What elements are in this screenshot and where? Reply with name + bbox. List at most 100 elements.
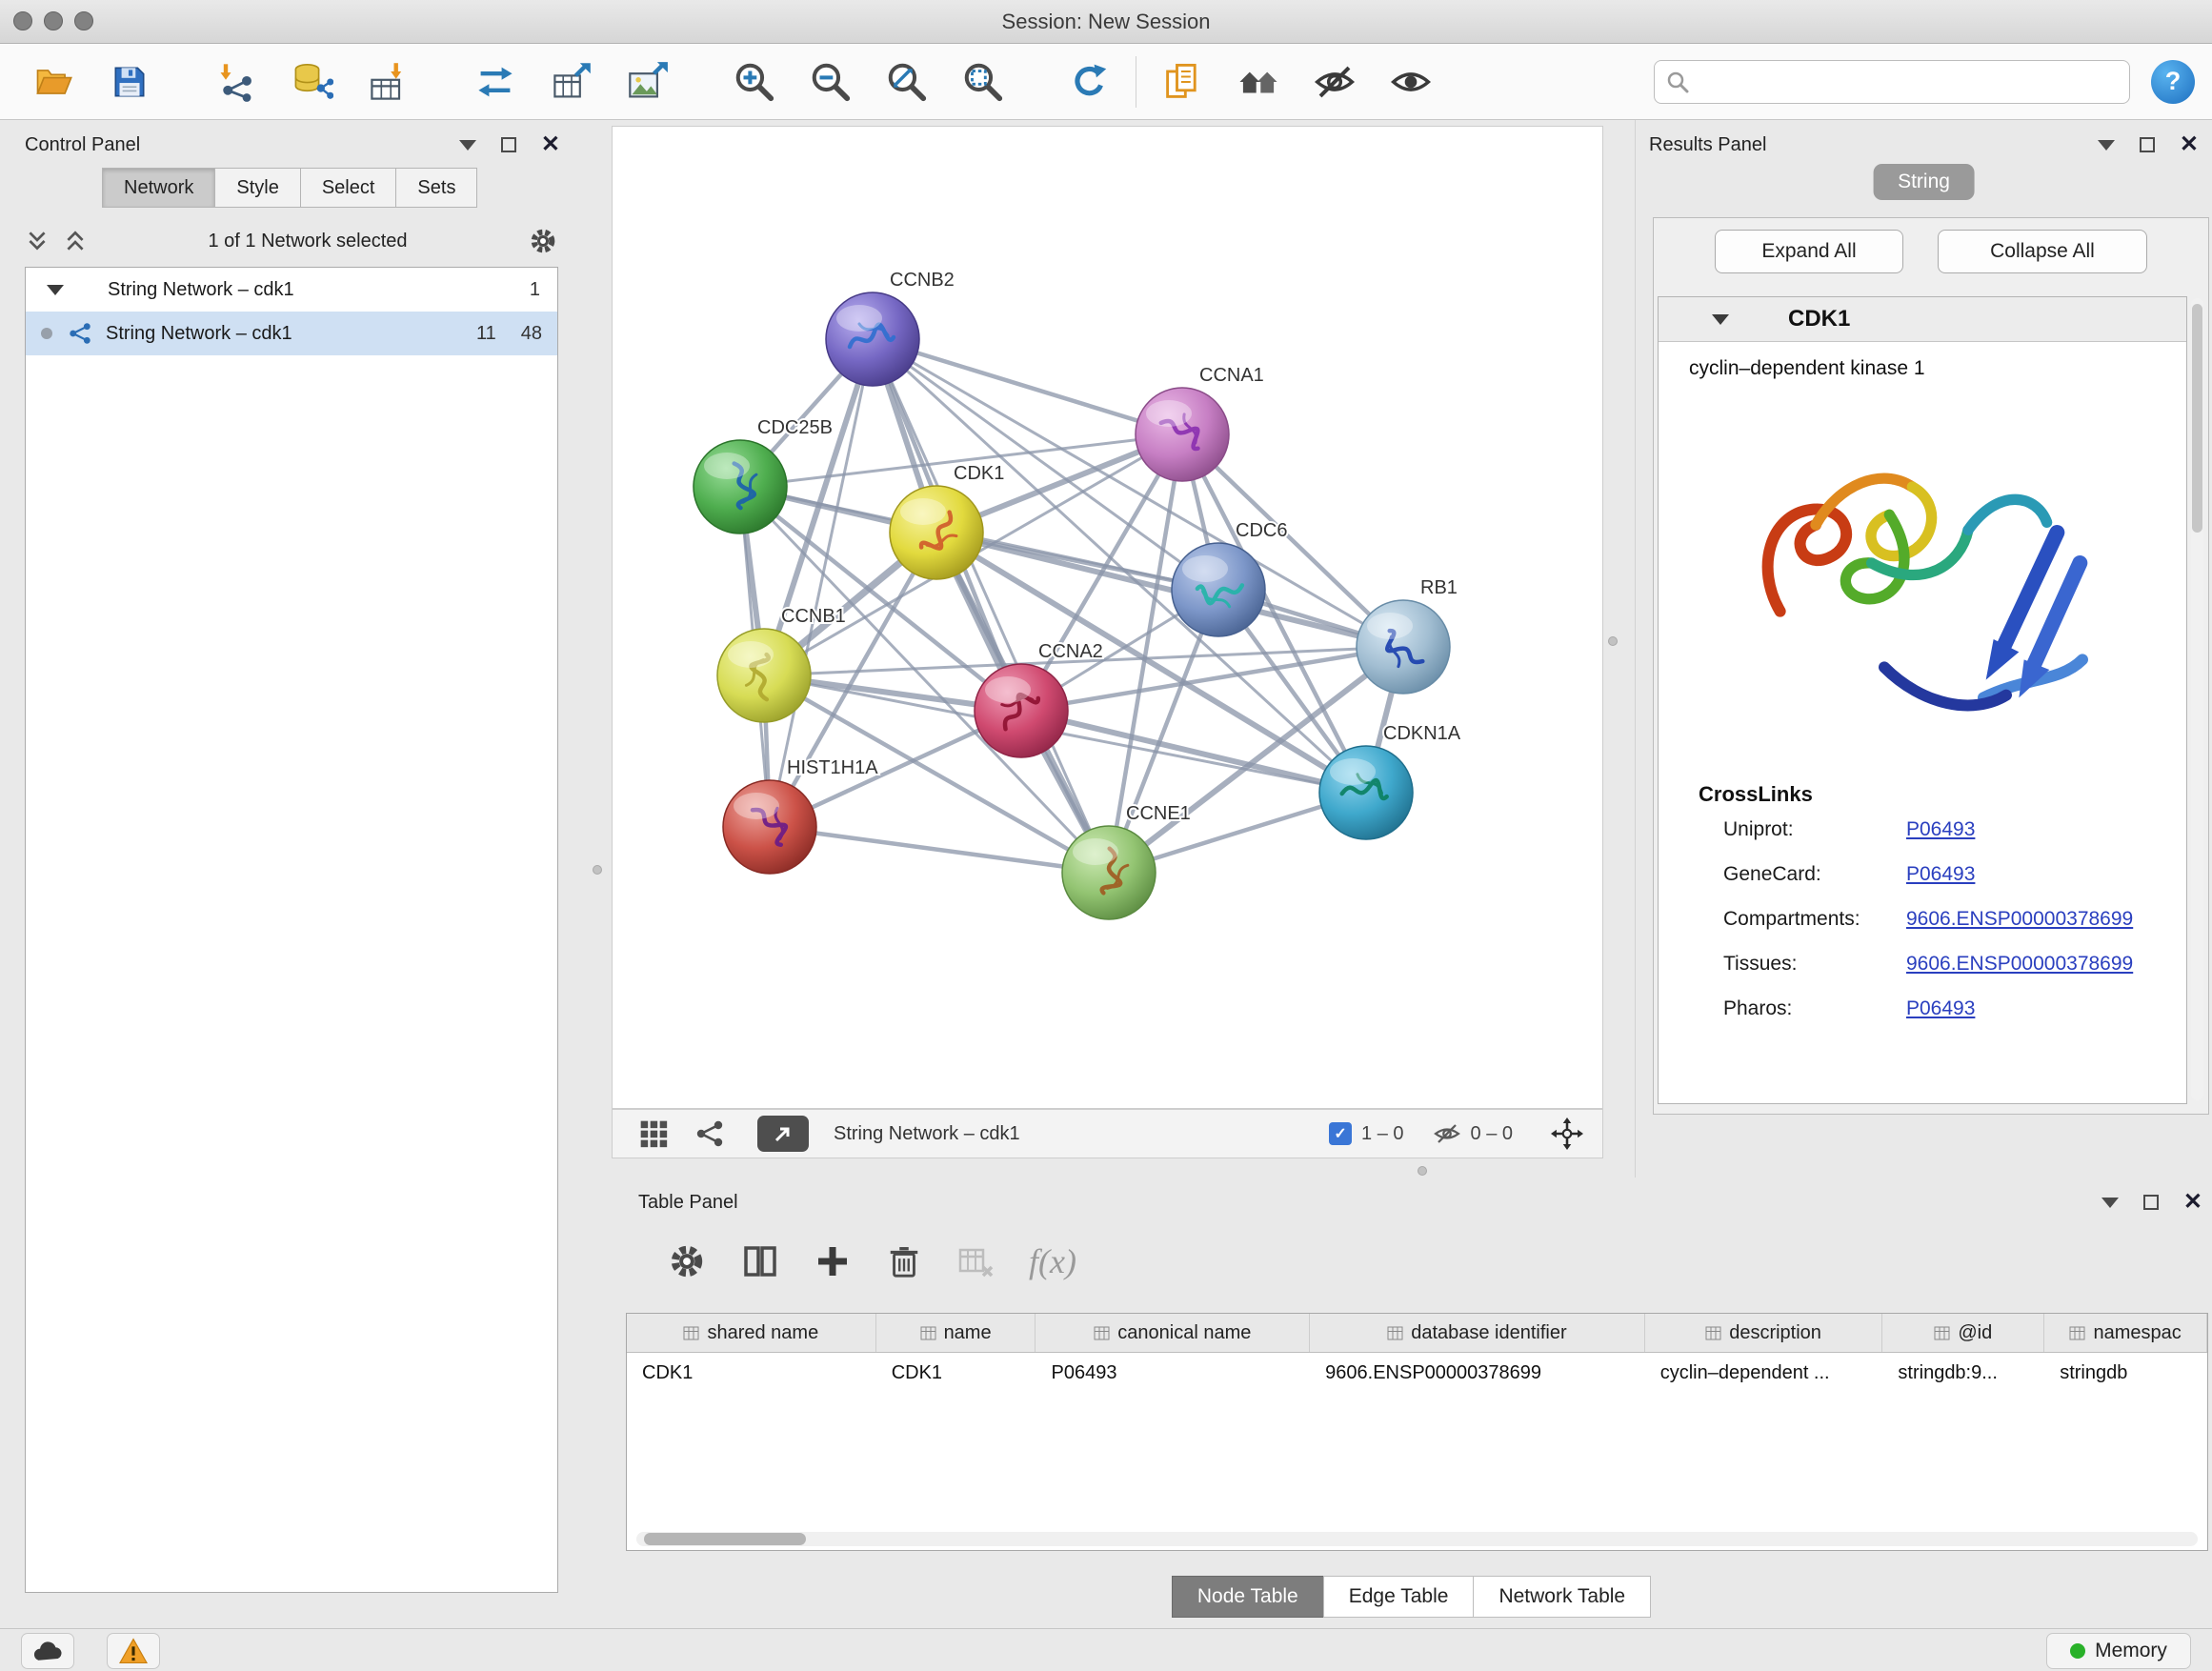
- delete-column-trash-icon[interactable]: [886, 1243, 922, 1279]
- tab-network[interactable]: Network: [102, 168, 215, 208]
- help-button[interactable]: ?: [2151, 60, 2195, 104]
- tab-edge-table[interactable]: Edge Table: [1323, 1576, 1475, 1618]
- double-chevron-up-icon[interactable]: [63, 229, 88, 253]
- table-cell[interactable]: stringdb: [2044, 1353, 2207, 1393]
- open-session-button[interactable]: [27, 54, 80, 110]
- splitter-handle-bottom[interactable]: [1418, 1166, 1427, 1176]
- network-node-HIST1H1A[interactable]: HIST1H1A: [723, 757, 878, 874]
- export-network-button[interactable]: [469, 54, 522, 110]
- results-scrollbar-thumb[interactable]: [2192, 304, 2202, 533]
- tab-network-table[interactable]: Network Table: [1473, 1576, 1651, 1618]
- network-edge[interactable]: [770, 339, 873, 827]
- network-collection-row[interactable]: String Network – cdk1 1: [26, 268, 557, 312]
- network-node-CDC6[interactable]: CDC6: [1172, 520, 1287, 636]
- table-cell[interactable]: stringdb:9...: [1882, 1353, 2044, 1393]
- show-columns-icon[interactable]: [741, 1242, 779, 1280]
- panel-close-icon[interactable]: ✕: [541, 133, 560, 156]
- zoom-out-button[interactable]: [804, 54, 857, 110]
- toolbar-search[interactable]: [1654, 60, 2130, 104]
- export-table-button[interactable]: [545, 54, 598, 110]
- network-edge[interactable]: [873, 339, 1182, 434]
- splitter-handle-left[interactable]: [593, 865, 602, 875]
- column-header-name[interactable]: name: [876, 1314, 1036, 1352]
- network-edge[interactable]: [873, 339, 1109, 873]
- table-cell[interactable]: 9606.ENSP00000378699: [1310, 1353, 1645, 1393]
- panel-collapse-icon[interactable]: [2101, 1198, 2119, 1208]
- column-header-database-identifier[interactable]: database identifier: [1310, 1314, 1645, 1352]
- cloud-status-button[interactable]: [21, 1633, 74, 1669]
- panel-collapse-icon[interactable]: [459, 140, 476, 151]
- crosslink-link[interactable]: P06493: [1906, 818, 1975, 841]
- network-edge[interactable]: [770, 827, 1109, 873]
- expand-all-button[interactable]: Expand All: [1715, 230, 1903, 273]
- selected-checkbox[interactable]: ✓: [1329, 1122, 1352, 1145]
- detach-view-button[interactable]: [757, 1116, 809, 1152]
- zoom-selected-button[interactable]: [956, 54, 1010, 110]
- disclosure-triangle-icon[interactable]: [47, 285, 64, 295]
- results-scrollbar[interactable]: [2191, 298, 2203, 1100]
- annotation-copy-button[interactable]: [1156, 54, 1209, 110]
- accordion-disclosure-icon[interactable]: [1712, 314, 1729, 325]
- zoom-fit-button[interactable]: [880, 54, 934, 110]
- zoom-in-button[interactable]: [728, 54, 781, 110]
- crosslink-link[interactable]: 9606.ENSP00000378699: [1906, 953, 2133, 976]
- grid-view-icon[interactable]: [639, 1119, 668, 1148]
- warnings-button[interactable]: [107, 1633, 160, 1669]
- panel-collapse-icon[interactable]: [2098, 140, 2115, 151]
- save-session-button[interactable]: [103, 54, 156, 110]
- table-row[interactable]: CDK1CDK1P064939606.ENSP00000378699cyclin…: [627, 1353, 2207, 1393]
- birds-eye-toggle-icon[interactable]: [1551, 1117, 1583, 1150]
- panel-float-icon[interactable]: [501, 137, 516, 152]
- column-header-description[interactable]: description: [1645, 1314, 1883, 1352]
- column-header-namespac[interactable]: namespac: [2044, 1314, 2207, 1352]
- memory-button[interactable]: Memory: [2046, 1633, 2191, 1669]
- refresh-layout-button[interactable]: [1063, 54, 1116, 110]
- tab-style[interactable]: Style: [214, 168, 300, 208]
- add-column-plus-icon[interactable]: [814, 1242, 852, 1280]
- export-image-button[interactable]: [621, 54, 674, 110]
- tab-node-table[interactable]: Node Table: [1172, 1576, 1324, 1618]
- network-node-CCNB1[interactable]: CCNB1: [717, 606, 846, 722]
- table-cell[interactable]: CDK1: [627, 1353, 876, 1393]
- panel-float-icon[interactable]: [2140, 137, 2155, 152]
- table-hscrollbar-thumb[interactable]: [644, 1533, 806, 1545]
- tab-sets[interactable]: Sets: [395, 168, 477, 208]
- crosslink-link[interactable]: P06493: [1906, 997, 1975, 1020]
- panel-float-icon[interactable]: [2143, 1195, 2159, 1210]
- import-network-file-button[interactable]: [210, 54, 263, 110]
- network-icon[interactable]: [694, 1118, 725, 1149]
- panel-close-icon[interactable]: ✕: [2183, 1191, 2202, 1214]
- search-input[interactable]: [1699, 70, 2118, 93]
- show-button[interactable]: [1384, 54, 1438, 110]
- network-node-CCNA1[interactable]: CCNA1: [1136, 365, 1264, 481]
- import-network-database-button[interactable]: [286, 54, 339, 110]
- string-tab-badge[interactable]: String: [1873, 164, 1975, 200]
- tab-select[interactable]: Select: [300, 168, 397, 208]
- table-cell[interactable]: cyclin–dependent ...: [1645, 1353, 1883, 1393]
- double-chevron-down-icon[interactable]: [25, 229, 50, 253]
- column-header--id[interactable]: @id: [1882, 1314, 2044, 1352]
- network-node-RB1[interactable]: RB1: [1357, 577, 1458, 694]
- main-toolbar: ?: [0, 44, 2212, 120]
- collapse-all-button[interactable]: Collapse All: [1938, 230, 2147, 273]
- table-cell[interactable]: CDK1: [876, 1353, 1036, 1393]
- crosslink-link[interactable]: P06493: [1906, 863, 1975, 886]
- protein-accordion-header[interactable]: CDK1: [1659, 297, 2186, 342]
- string-home-button[interactable]: [1232, 54, 1285, 110]
- gear-icon[interactable]: [528, 226, 558, 256]
- column-header-canonical-name[interactable]: canonical name: [1036, 1314, 1310, 1352]
- network-row[interactable]: String Network – cdk1 11 48: [26, 312, 557, 355]
- hide-unhide-button[interactable]: [1308, 54, 1361, 110]
- table-settings-gear-icon[interactable]: [667, 1241, 707, 1281]
- network-node-CCNB2[interactable]: CCNB2: [826, 270, 955, 386]
- crosslink-link[interactable]: 9606.ENSP00000378699: [1906, 908, 2133, 931]
- column-header-shared-name[interactable]: shared name: [627, 1314, 876, 1352]
- panel-close-icon[interactable]: ✕: [2180, 133, 2199, 156]
- table-cell[interactable]: P06493: [1036, 1353, 1310, 1393]
- network-edge[interactable]: [936, 533, 1403, 647]
- network-node-CDC25B[interactable]: CDC25B: [694, 417, 833, 534]
- network-canvas[interactable]: CCNB2 CCNA1 CDC25B CDK1: [612, 126, 1603, 1109]
- import-table-button[interactable]: [362, 54, 415, 110]
- table-hscrollbar[interactable]: [636, 1532, 2198, 1546]
- splitter-handle-right[interactable]: [1608, 636, 1618, 646]
